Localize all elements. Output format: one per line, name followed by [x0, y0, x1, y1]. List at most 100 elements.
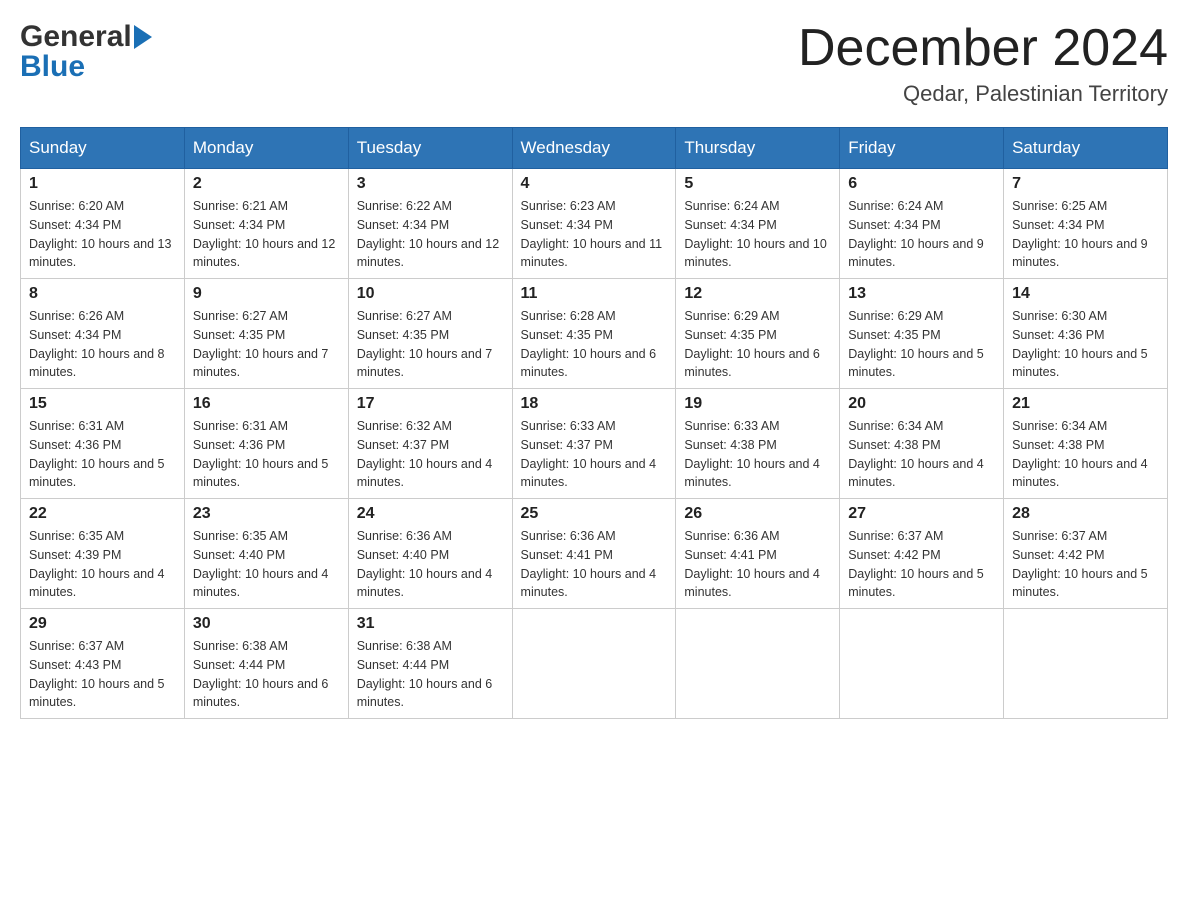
calendar-cell: 7 Sunrise: 6:25 AM Sunset: 4:34 PM Dayli… — [1004, 169, 1168, 279]
calendar-cell: 9 Sunrise: 6:27 AM Sunset: 4:35 PM Dayli… — [184, 279, 348, 389]
calendar-cell: 26 Sunrise: 6:36 AM Sunset: 4:41 PM Dayl… — [676, 499, 840, 609]
calendar-cell: 22 Sunrise: 6:35 AM Sunset: 4:39 PM Dayl… — [21, 499, 185, 609]
day-number: 4 — [521, 175, 668, 193]
page-header: General Blue December 2024 Qedar, Palest… — [20, 20, 1168, 107]
day-info: Sunrise: 6:34 AM Sunset: 4:38 PM Dayligh… — [1012, 417, 1159, 492]
day-number: 16 — [193, 395, 340, 413]
day-info: Sunrise: 6:25 AM Sunset: 4:34 PM Dayligh… — [1012, 197, 1159, 272]
day-info: Sunrise: 6:27 AM Sunset: 4:35 PM Dayligh… — [193, 307, 340, 382]
calendar-cell — [840, 609, 1004, 719]
day-info: Sunrise: 6:37 AM Sunset: 4:42 PM Dayligh… — [848, 527, 995, 602]
day-info: Sunrise: 6:36 AM Sunset: 4:41 PM Dayligh… — [521, 527, 668, 602]
day-info: Sunrise: 6:37 AM Sunset: 4:42 PM Dayligh… — [1012, 527, 1159, 602]
day-number: 15 — [29, 395, 176, 413]
day-info: Sunrise: 6:38 AM Sunset: 4:44 PM Dayligh… — [357, 637, 504, 712]
calendar-cell: 6 Sunrise: 6:24 AM Sunset: 4:34 PM Dayli… — [840, 169, 1004, 279]
day-info: Sunrise: 6:31 AM Sunset: 4:36 PM Dayligh… — [29, 417, 176, 492]
day-number: 14 — [1012, 285, 1159, 303]
calendar-cell: 19 Sunrise: 6:33 AM Sunset: 4:38 PM Dayl… — [676, 389, 840, 499]
week-row-5: 29 Sunrise: 6:37 AM Sunset: 4:43 PM Dayl… — [21, 609, 1168, 719]
day-number: 1 — [29, 175, 176, 193]
calendar-table: Sunday Monday Tuesday Wednesday Thursday… — [20, 127, 1168, 719]
calendar-cell — [512, 609, 676, 719]
day-info: Sunrise: 6:22 AM Sunset: 4:34 PM Dayligh… — [357, 197, 504, 272]
week-row-2: 8 Sunrise: 6:26 AM Sunset: 4:34 PM Dayli… — [21, 279, 1168, 389]
day-info: Sunrise: 6:24 AM Sunset: 4:34 PM Dayligh… — [684, 197, 831, 272]
header-thursday: Thursday — [676, 128, 840, 169]
day-info: Sunrise: 6:27 AM Sunset: 4:35 PM Dayligh… — [357, 307, 504, 382]
calendar-cell — [676, 609, 840, 719]
calendar-header-row: Sunday Monday Tuesday Wednesday Thursday… — [21, 128, 1168, 169]
day-info: Sunrise: 6:28 AM Sunset: 4:35 PM Dayligh… — [521, 307, 668, 382]
calendar-cell: 21 Sunrise: 6:34 AM Sunset: 4:38 PM Dayl… — [1004, 389, 1168, 499]
day-number: 17 — [357, 395, 504, 413]
week-row-4: 22 Sunrise: 6:35 AM Sunset: 4:39 PM Dayl… — [21, 499, 1168, 609]
day-info: Sunrise: 6:31 AM Sunset: 4:36 PM Dayligh… — [193, 417, 340, 492]
day-info: Sunrise: 6:29 AM Sunset: 4:35 PM Dayligh… — [848, 307, 995, 382]
day-info: Sunrise: 6:29 AM Sunset: 4:35 PM Dayligh… — [684, 307, 831, 382]
calendar-cell: 11 Sunrise: 6:28 AM Sunset: 4:35 PM Dayl… — [512, 279, 676, 389]
day-info: Sunrise: 6:23 AM Sunset: 4:34 PM Dayligh… — [521, 197, 668, 272]
header-monday: Monday — [184, 128, 348, 169]
calendar-cell: 31 Sunrise: 6:38 AM Sunset: 4:44 PM Dayl… — [348, 609, 512, 719]
calendar-cell: 17 Sunrise: 6:32 AM Sunset: 4:37 PM Dayl… — [348, 389, 512, 499]
day-number: 25 — [521, 505, 668, 523]
day-info: Sunrise: 6:32 AM Sunset: 4:37 PM Dayligh… — [357, 417, 504, 492]
day-info: Sunrise: 6:36 AM Sunset: 4:40 PM Dayligh… — [357, 527, 504, 602]
day-number: 2 — [193, 175, 340, 193]
calendar-cell — [1004, 609, 1168, 719]
header-sunday: Sunday — [21, 128, 185, 169]
calendar-cell: 2 Sunrise: 6:21 AM Sunset: 4:34 PM Dayli… — [184, 169, 348, 279]
day-info: Sunrise: 6:37 AM Sunset: 4:43 PM Dayligh… — [29, 637, 176, 712]
day-number: 19 — [684, 395, 831, 413]
header-friday: Friday — [840, 128, 1004, 169]
day-info: Sunrise: 6:35 AM Sunset: 4:40 PM Dayligh… — [193, 527, 340, 602]
logo-blue-text: Blue — [20, 50, 152, 84]
calendar-cell: 1 Sunrise: 6:20 AM Sunset: 4:34 PM Dayli… — [21, 169, 185, 279]
week-row-1: 1 Sunrise: 6:20 AM Sunset: 4:34 PM Dayli… — [21, 169, 1168, 279]
header-saturday: Saturday — [1004, 128, 1168, 169]
title-section: December 2024 Qedar, Palestinian Territo… — [798, 20, 1168, 107]
logo: General Blue — [20, 20, 152, 84]
day-info: Sunrise: 6:36 AM Sunset: 4:41 PM Dayligh… — [684, 527, 831, 602]
calendar-cell: 30 Sunrise: 6:38 AM Sunset: 4:44 PM Dayl… — [184, 609, 348, 719]
day-number: 5 — [684, 175, 831, 193]
header-wednesday: Wednesday — [512, 128, 676, 169]
day-info: Sunrise: 6:35 AM Sunset: 4:39 PM Dayligh… — [29, 527, 176, 602]
calendar-cell: 10 Sunrise: 6:27 AM Sunset: 4:35 PM Dayl… — [348, 279, 512, 389]
day-number: 20 — [848, 395, 995, 413]
calendar-cell: 15 Sunrise: 6:31 AM Sunset: 4:36 PM Dayl… — [21, 389, 185, 499]
day-info: Sunrise: 6:33 AM Sunset: 4:37 PM Dayligh… — [521, 417, 668, 492]
calendar-cell: 20 Sunrise: 6:34 AM Sunset: 4:38 PM Dayl… — [840, 389, 1004, 499]
day-number: 7 — [1012, 175, 1159, 193]
calendar-cell: 8 Sunrise: 6:26 AM Sunset: 4:34 PM Dayli… — [21, 279, 185, 389]
month-title: December 2024 — [798, 20, 1168, 77]
day-number: 11 — [521, 285, 668, 303]
calendar-cell: 12 Sunrise: 6:29 AM Sunset: 4:35 PM Dayl… — [676, 279, 840, 389]
calendar-cell: 28 Sunrise: 6:37 AM Sunset: 4:42 PM Dayl… — [1004, 499, 1168, 609]
day-info: Sunrise: 6:34 AM Sunset: 4:38 PM Dayligh… — [848, 417, 995, 492]
calendar-cell: 18 Sunrise: 6:33 AM Sunset: 4:37 PM Dayl… — [512, 389, 676, 499]
day-info: Sunrise: 6:24 AM Sunset: 4:34 PM Dayligh… — [848, 197, 995, 272]
day-number: 29 — [29, 615, 176, 633]
week-row-3: 15 Sunrise: 6:31 AM Sunset: 4:36 PM Dayl… — [21, 389, 1168, 499]
calendar-cell: 5 Sunrise: 6:24 AM Sunset: 4:34 PM Dayli… — [676, 169, 840, 279]
day-number: 22 — [29, 505, 176, 523]
day-number: 13 — [848, 285, 995, 303]
calendar-cell: 29 Sunrise: 6:37 AM Sunset: 4:43 PM Dayl… — [21, 609, 185, 719]
calendar-cell: 27 Sunrise: 6:37 AM Sunset: 4:42 PM Dayl… — [840, 499, 1004, 609]
calendar-cell: 16 Sunrise: 6:31 AM Sunset: 4:36 PM Dayl… — [184, 389, 348, 499]
day-info: Sunrise: 6:38 AM Sunset: 4:44 PM Dayligh… — [193, 637, 340, 712]
header-tuesday: Tuesday — [348, 128, 512, 169]
location-title: Qedar, Palestinian Territory — [798, 81, 1168, 107]
day-info: Sunrise: 6:30 AM Sunset: 4:36 PM Dayligh… — [1012, 307, 1159, 382]
day-info: Sunrise: 6:26 AM Sunset: 4:34 PM Dayligh… — [29, 307, 176, 382]
day-number: 8 — [29, 285, 176, 303]
calendar-cell: 25 Sunrise: 6:36 AM Sunset: 4:41 PM Dayl… — [512, 499, 676, 609]
calendar-cell: 3 Sunrise: 6:22 AM Sunset: 4:34 PM Dayli… — [348, 169, 512, 279]
day-number: 30 — [193, 615, 340, 633]
day-number: 23 — [193, 505, 340, 523]
calendar-cell: 24 Sunrise: 6:36 AM Sunset: 4:40 PM Dayl… — [348, 499, 512, 609]
day-number: 28 — [1012, 505, 1159, 523]
day-number: 3 — [357, 175, 504, 193]
